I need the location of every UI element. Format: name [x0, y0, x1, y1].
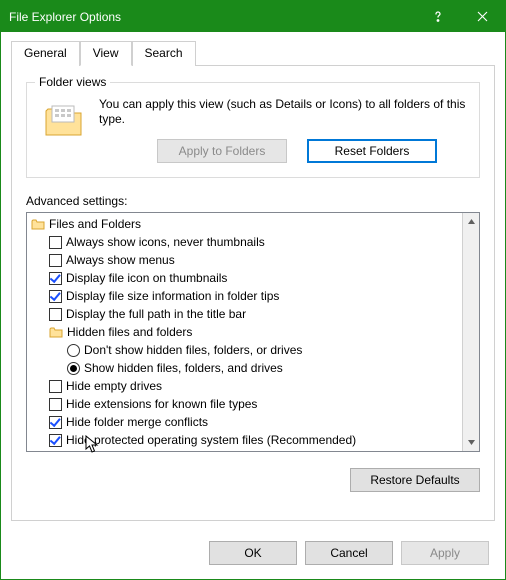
- apply-to-folders-button: Apply to Folders: [157, 139, 287, 163]
- checkbox-icon[interactable]: [49, 434, 62, 447]
- cancel-button[interactable]: Cancel: [305, 541, 393, 565]
- scroll-up-button[interactable]: [463, 213, 479, 230]
- radio-icon[interactable]: [67, 344, 80, 357]
- tab-search[interactable]: Search: [132, 41, 196, 66]
- tree-radio-item[interactable]: Don't show hidden files, folders, or dri…: [29, 341, 462, 359]
- restore-defaults-button[interactable]: Restore Defaults: [350, 468, 480, 492]
- tab-strip: General View Search: [11, 40, 495, 65]
- folder-options-icon: [43, 99, 85, 141]
- dialog-content: General View Search Folder views You can…: [1, 32, 505, 531]
- tree-check-item[interactable]: Always show menus: [29, 251, 462, 269]
- checkbox-icon[interactable]: [49, 254, 62, 267]
- checkbox-icon[interactable]: [49, 290, 62, 303]
- tree-radio-item[interactable]: Show hidden files, folders, and drives: [29, 359, 462, 377]
- folder-views-legend: Folder views: [35, 75, 110, 89]
- window-title: File Explorer Options: [9, 10, 121, 24]
- close-button[interactable]: [460, 1, 505, 32]
- folder-icon: [31, 218, 45, 230]
- tree-label: Display file icon on thumbnails: [66, 271, 227, 285]
- dialog-footer: OK Cancel Apply: [1, 531, 505, 579]
- title-bar: File Explorer Options: [1, 1, 505, 32]
- checkbox-icon[interactable]: [49, 380, 62, 393]
- folder-views-text: You can apply this view (such as Details…: [99, 97, 467, 127]
- dialog-window: File Explorer Options General View Searc…: [0, 0, 506, 580]
- advanced-settings-label: Advanced settings:: [26, 194, 480, 208]
- tree-label: Don't show hidden files, folders, or dri…: [84, 343, 302, 357]
- tree-label: Hide empty drives: [66, 379, 162, 393]
- folder-icon: [49, 326, 63, 338]
- tree-check-item[interactable]: Hide protected operating system files (R…: [29, 431, 462, 449]
- advanced-settings-list: Files and Folders Always show icons, neve…: [26, 212, 480, 452]
- tree-label: Display the full path in the title bar: [66, 307, 246, 321]
- scroll-down-button[interactable]: [463, 434, 479, 451]
- window-controls: [415, 1, 505, 32]
- checkbox-icon[interactable]: [49, 416, 62, 429]
- advanced-settings-viewport[interactable]: Files and Folders Always show icons, neve…: [27, 213, 462, 451]
- tree-group: Files and Folders: [29, 215, 462, 233]
- tree-label: Hide folder merge conflicts: [66, 415, 208, 429]
- tree-label: Files and Folders: [49, 217, 141, 231]
- checkbox-icon[interactable]: [49, 308, 62, 321]
- tree-label: Show hidden files, folders, and drives: [84, 361, 283, 375]
- tree-check-item[interactable]: Always show icons, never thumbnails: [29, 233, 462, 251]
- tree-check-item[interactable]: Hide empty drives: [29, 377, 462, 395]
- tab-general[interactable]: General: [11, 41, 80, 66]
- tab-panel-view: Folder views You can apply this view (su…: [11, 65, 495, 521]
- tab-view[interactable]: View: [80, 41, 132, 66]
- tree-check-item[interactable]: Display file size information in folder …: [29, 287, 462, 305]
- tree-check-item[interactable]: Hide extensions for known file types: [29, 395, 462, 413]
- tree-label: Display file size information in folder …: [66, 289, 279, 303]
- tree-check-item[interactable]: Hide folder merge conflicts: [29, 413, 462, 431]
- tree-label: Hidden files and folders: [67, 325, 192, 339]
- reset-folders-button[interactable]: Reset Folders: [307, 139, 437, 163]
- checkbox-icon[interactable]: [49, 398, 62, 411]
- tree-group: Hidden files and folders: [29, 323, 462, 341]
- tree-check-item[interactable]: Display the full path in the title bar: [29, 305, 462, 323]
- tree-check-item[interactable]: Display file icon on thumbnails: [29, 269, 462, 287]
- tree-label: Hide extensions for known file types: [66, 397, 257, 411]
- tree-label: Always show menus: [66, 253, 175, 267]
- ok-button[interactable]: OK: [209, 541, 297, 565]
- checkbox-icon[interactable]: [49, 236, 62, 249]
- help-button[interactable]: [415, 1, 460, 32]
- scrollbar-vertical[interactable]: [462, 213, 479, 451]
- tree-label: Always show icons, never thumbnails: [66, 235, 265, 249]
- checkbox-icon[interactable]: [49, 272, 62, 285]
- tree-label: Hide protected operating system files (R…: [66, 433, 356, 447]
- folder-views-group: Folder views You can apply this view (su…: [26, 82, 480, 178]
- apply-button: Apply: [401, 541, 489, 565]
- radio-icon[interactable]: [67, 362, 80, 375]
